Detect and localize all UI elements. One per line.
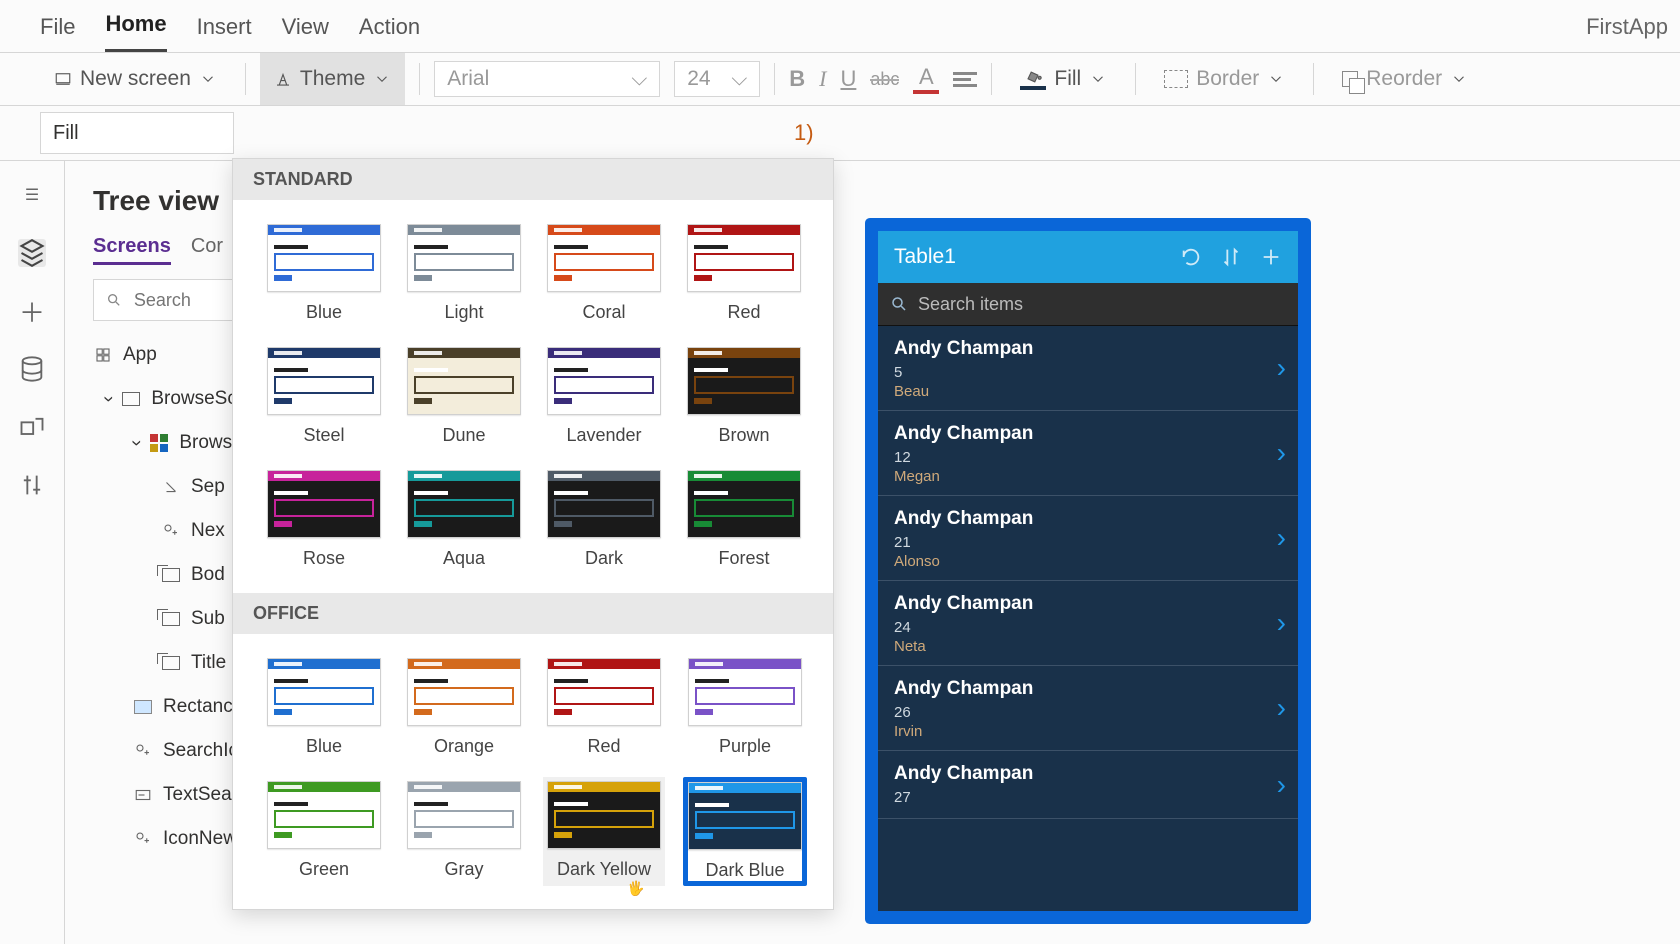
sep-icon: [161, 477, 181, 497]
border-button[interactable]: Border: [1150, 53, 1299, 105]
menu-bar: File Home Insert View Action FirstApp: [0, 0, 1680, 53]
menu-home[interactable]: Home: [105, 11, 166, 52]
theme-card-dark-blue[interactable]: Dark Blue: [683, 777, 807, 886]
theme-group-header: OFFICE: [233, 593, 833, 634]
menu-file[interactable]: File: [40, 14, 75, 52]
tab-screens[interactable]: Screens: [93, 235, 171, 265]
refresh-icon[interactable]: [1180, 246, 1202, 268]
list-item[interactable]: Andy Champan26Irvin›: [878, 666, 1298, 751]
data-rail-icon[interactable]: [18, 355, 46, 383]
chevron-down-icon: [1267, 70, 1285, 88]
new-screen-button[interactable]: New screen: [40, 53, 231, 105]
preview-search[interactable]: Search items: [878, 283, 1298, 326]
list-item[interactable]: Andy Champan24Neta›: [878, 581, 1298, 666]
theme-card-brown[interactable]: Brown: [683, 343, 805, 450]
theme-group-header: STANDARD: [233, 159, 833, 200]
preview-header: Table1: [878, 231, 1298, 283]
theme-card-rose[interactable]: Rose: [263, 466, 385, 573]
theme-card-dune[interactable]: Dune: [403, 343, 525, 450]
theme-card-blue[interactable]: Blue: [263, 654, 385, 761]
theme-card-purple[interactable]: Purple: [683, 654, 807, 761]
search-icon: [890, 295, 908, 313]
label-icon: [161, 565, 181, 585]
chevron-down-icon: [373, 70, 391, 88]
search-icon: [106, 291, 122, 309]
label-icon: [161, 609, 181, 629]
menu-action[interactable]: Action: [359, 14, 420, 52]
menu-insert[interactable]: Insert: [197, 14, 252, 52]
label-icon: [161, 653, 181, 673]
theme-card-orange[interactable]: Orange: [403, 654, 525, 761]
tree-view-rail-icon[interactable]: [18, 239, 46, 267]
ribbon: New screen Theme Arial ⌵ 24 ⌵ B I U abc …: [0, 53, 1680, 106]
list-item[interactable]: Andy Champan27›: [878, 751, 1298, 819]
property-selector[interactable]: Fill: [40, 112, 234, 154]
chevron-right-icon: ›: [1277, 769, 1286, 801]
chevron-right-icon: ›: [1277, 437, 1286, 469]
font-color-button[interactable]: A: [913, 64, 939, 94]
media-rail-icon[interactable]: [18, 413, 46, 441]
insert-rail-icon[interactable]: ＋: [18, 297, 46, 325]
rect-icon: [133, 697, 153, 717]
underline-button[interactable]: U: [840, 66, 856, 92]
menu-view[interactable]: View: [282, 14, 329, 52]
app-title: FirstApp: [1586, 14, 1668, 40]
preview-title: Table1: [894, 245, 956, 269]
theme-card-aqua[interactable]: Aqua: [403, 466, 525, 573]
list-item[interactable]: Andy Champan12Megan›: [878, 411, 1298, 496]
list-item[interactable]: Andy Champan5Beau›: [878, 326, 1298, 411]
reorder-button[interactable]: Reorder: [1328, 53, 1482, 105]
theme-card-coral[interactable]: Coral: [543, 220, 665, 327]
left-rail: ☰ ＋: [0, 161, 65, 944]
add-icon[interactable]: [1260, 246, 1282, 268]
tab-components[interactable]: Cor: [191, 235, 223, 265]
advanced-rail-icon[interactable]: [18, 471, 46, 499]
theme-card-steel[interactable]: Steel: [263, 343, 385, 450]
text-align-button[interactable]: [953, 72, 977, 87]
theme-card-forest[interactable]: Forest: [683, 466, 805, 573]
font-size-combo[interactable]: 24 ⌵: [674, 61, 760, 97]
chevron-down-icon: [1089, 70, 1107, 88]
chevron-right-icon: ›: [1277, 352, 1286, 384]
theme-card-dark[interactable]: Dark: [543, 466, 665, 573]
reorder-icon: [1342, 71, 1358, 87]
font-family-combo[interactable]: Arial ⌵: [434, 61, 660, 97]
italic-button[interactable]: I: [819, 66, 826, 92]
chevron-down-icon: [1450, 70, 1468, 88]
app-preview: Table1 Search items Andy Champan5Beau›An…: [868, 221, 1308, 921]
strikethrough-button[interactable]: abc: [870, 69, 899, 90]
formula-bar: Fill 1): [0, 106, 1680, 161]
screen-icon: [54, 70, 72, 88]
theme-card-red[interactable]: Red: [543, 654, 665, 761]
text-icon: [133, 785, 153, 805]
formula-value[interactable]: 1): [794, 120, 814, 146]
theme-card-light[interactable]: Light: [403, 220, 525, 327]
sort-icon[interactable]: [1220, 246, 1242, 268]
theme-card-gray[interactable]: Gray: [403, 777, 525, 886]
theme-button[interactable]: Theme: [260, 53, 405, 105]
add-icon: [133, 829, 153, 849]
chevron-right-icon: ›: [1277, 692, 1286, 724]
theme-card-dark-yellow[interactable]: Dark Yellow: [543, 777, 665, 886]
chevron-right-icon: ›: [1277, 522, 1286, 554]
theme-dropdown: STANDARDBlueLightCoralRedSteelDuneLavend…: [232, 158, 834, 910]
fill-button[interactable]: Fill: [1006, 53, 1121, 105]
border-icon: [1164, 70, 1188, 88]
menu-toggle-icon[interactable]: ☰: [18, 181, 46, 209]
bold-button[interactable]: B: [789, 66, 805, 92]
add-icon: [133, 741, 153, 761]
theme-card-lavender[interactable]: Lavender: [543, 343, 665, 450]
theme-icon: [274, 70, 292, 88]
app-icon: [94, 346, 112, 364]
add-icon: [161, 521, 181, 541]
theme-card-blue[interactable]: Blue: [263, 220, 385, 327]
gallery-icon: [149, 433, 169, 453]
list-item[interactable]: Andy Champan21Alonso›: [878, 496, 1298, 581]
screen-icon: [121, 389, 141, 409]
theme-card-green[interactable]: Green: [263, 777, 385, 886]
chevron-down-icon: [199, 70, 217, 88]
chevron-right-icon: ›: [1277, 607, 1286, 639]
theme-card-red[interactable]: Red: [683, 220, 805, 327]
